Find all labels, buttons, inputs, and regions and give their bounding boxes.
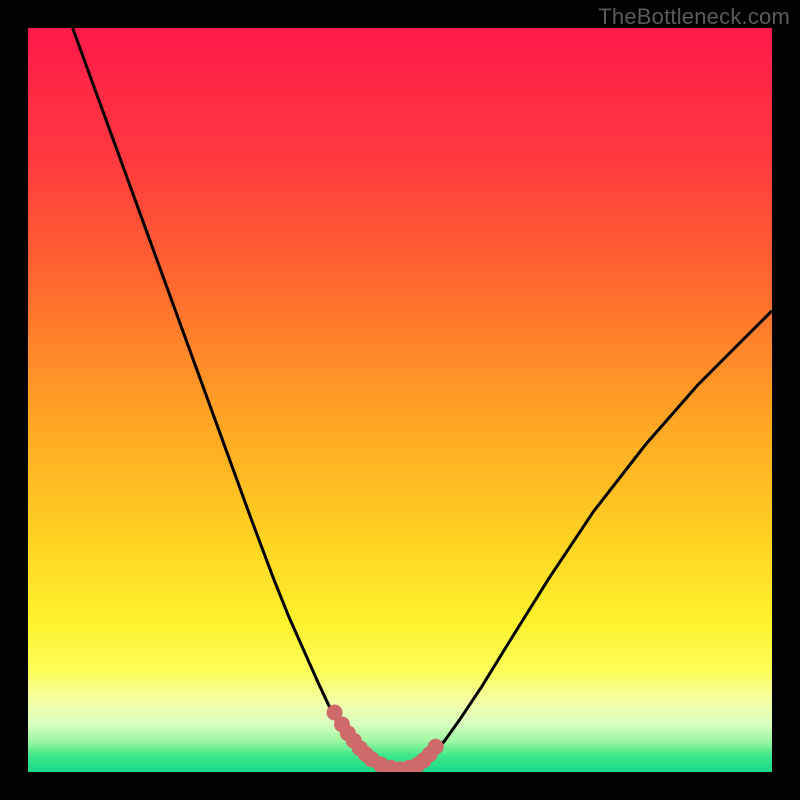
highlight-markers: [327, 704, 444, 772]
chart-stage: TheBottleneck.com: [0, 0, 800, 800]
watermark-text: TheBottleneck.com: [598, 4, 790, 30]
bottleneck-curve: [73, 28, 772, 771]
plot-area: [28, 28, 772, 772]
marker-dot: [428, 739, 444, 755]
curve-layer: [28, 28, 772, 772]
